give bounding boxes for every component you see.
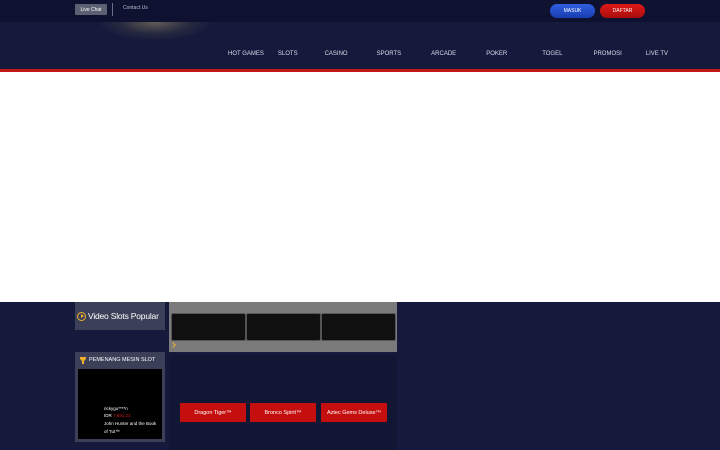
nav-hot-games[interactable]: HOT GAMES xyxy=(222,51,270,57)
register-button[interactable]: DAFTAR xyxy=(600,4,645,18)
slot-winners-panel: PEMENANG MESIN SLOT rickygu****n IDR 7,6… xyxy=(75,352,165,442)
banner-area xyxy=(0,72,720,302)
game-button-bronco-spirit[interactable]: Bronco Spirit™ xyxy=(250,403,316,422)
chevron-right-icon[interactable] xyxy=(170,342,176,348)
play-icon xyxy=(77,311,86,321)
game-button-aztec-gems-deluxe[interactable]: Aztec Gems Deluxe™ xyxy=(321,403,387,422)
game-list-panel: Dragon Tiger™ Bronco Spirit™ Aztec Gems … xyxy=(169,355,397,450)
main-nav: HOT GAMES SLOTS CASINO SPORTS ARCADE POK… xyxy=(222,51,674,57)
slot-card[interactable] xyxy=(246,313,321,341)
winner-entry: rickygu****n IDR 7,691.23 John Hunter an… xyxy=(78,369,162,439)
slot-card[interactable] xyxy=(171,313,246,341)
top-bar: Live Chat Contact Us MASUK DAFTAR xyxy=(0,0,720,22)
winner-amount-value: 7,691.23 xyxy=(113,413,131,418)
nav-togel[interactable]: TOGEL xyxy=(536,51,568,57)
game-button-dragon-tiger[interactable]: Dragon Tiger™ xyxy=(180,403,246,422)
video-slots-title: Video Slots Popular xyxy=(88,311,159,321)
nav-sports[interactable]: SPORTS xyxy=(371,51,408,57)
slot-winners-header: PEMENANG MESIN SLOT xyxy=(75,352,165,368)
nav-poker[interactable]: POKER xyxy=(480,51,513,57)
live-chat-button[interactable]: Live Chat xyxy=(75,4,107,15)
slot-winners-title: PEMENANG MESIN SLOT xyxy=(89,357,156,363)
video-slots-carousel xyxy=(169,302,397,352)
winner-name: rickygu****n xyxy=(104,406,128,411)
winner-game: John Hunter and the Book of Tut™ xyxy=(104,421,157,434)
left-column: Video Slots Popular PEMENANG MESIN SLOT … xyxy=(75,302,165,450)
login-button[interactable]: MASUK xyxy=(550,4,595,18)
nav-promosi[interactable]: PROMOSI xyxy=(587,51,627,57)
header: HOT GAMES SLOTS CASINO SPORTS ARCADE POK… xyxy=(0,22,720,70)
trophy-icon xyxy=(80,356,86,364)
logo-glow xyxy=(100,22,210,40)
nav-arcade[interactable]: ARCADE xyxy=(425,51,462,57)
nav-slots[interactable]: SLOTS xyxy=(272,51,304,57)
winner-amount: IDR 7,691.23 xyxy=(104,413,131,418)
winner-currency: IDR xyxy=(104,413,112,418)
contact-us-link[interactable]: Contact Us xyxy=(123,5,148,11)
nav-casino[interactable]: CASINO xyxy=(319,51,354,57)
top-bar-divider xyxy=(112,3,113,16)
video-slots-popular-header[interactable]: Video Slots Popular xyxy=(75,302,165,330)
slot-card[interactable] xyxy=(321,313,396,341)
nav-live-tv[interactable]: LIVE TV xyxy=(640,51,674,57)
